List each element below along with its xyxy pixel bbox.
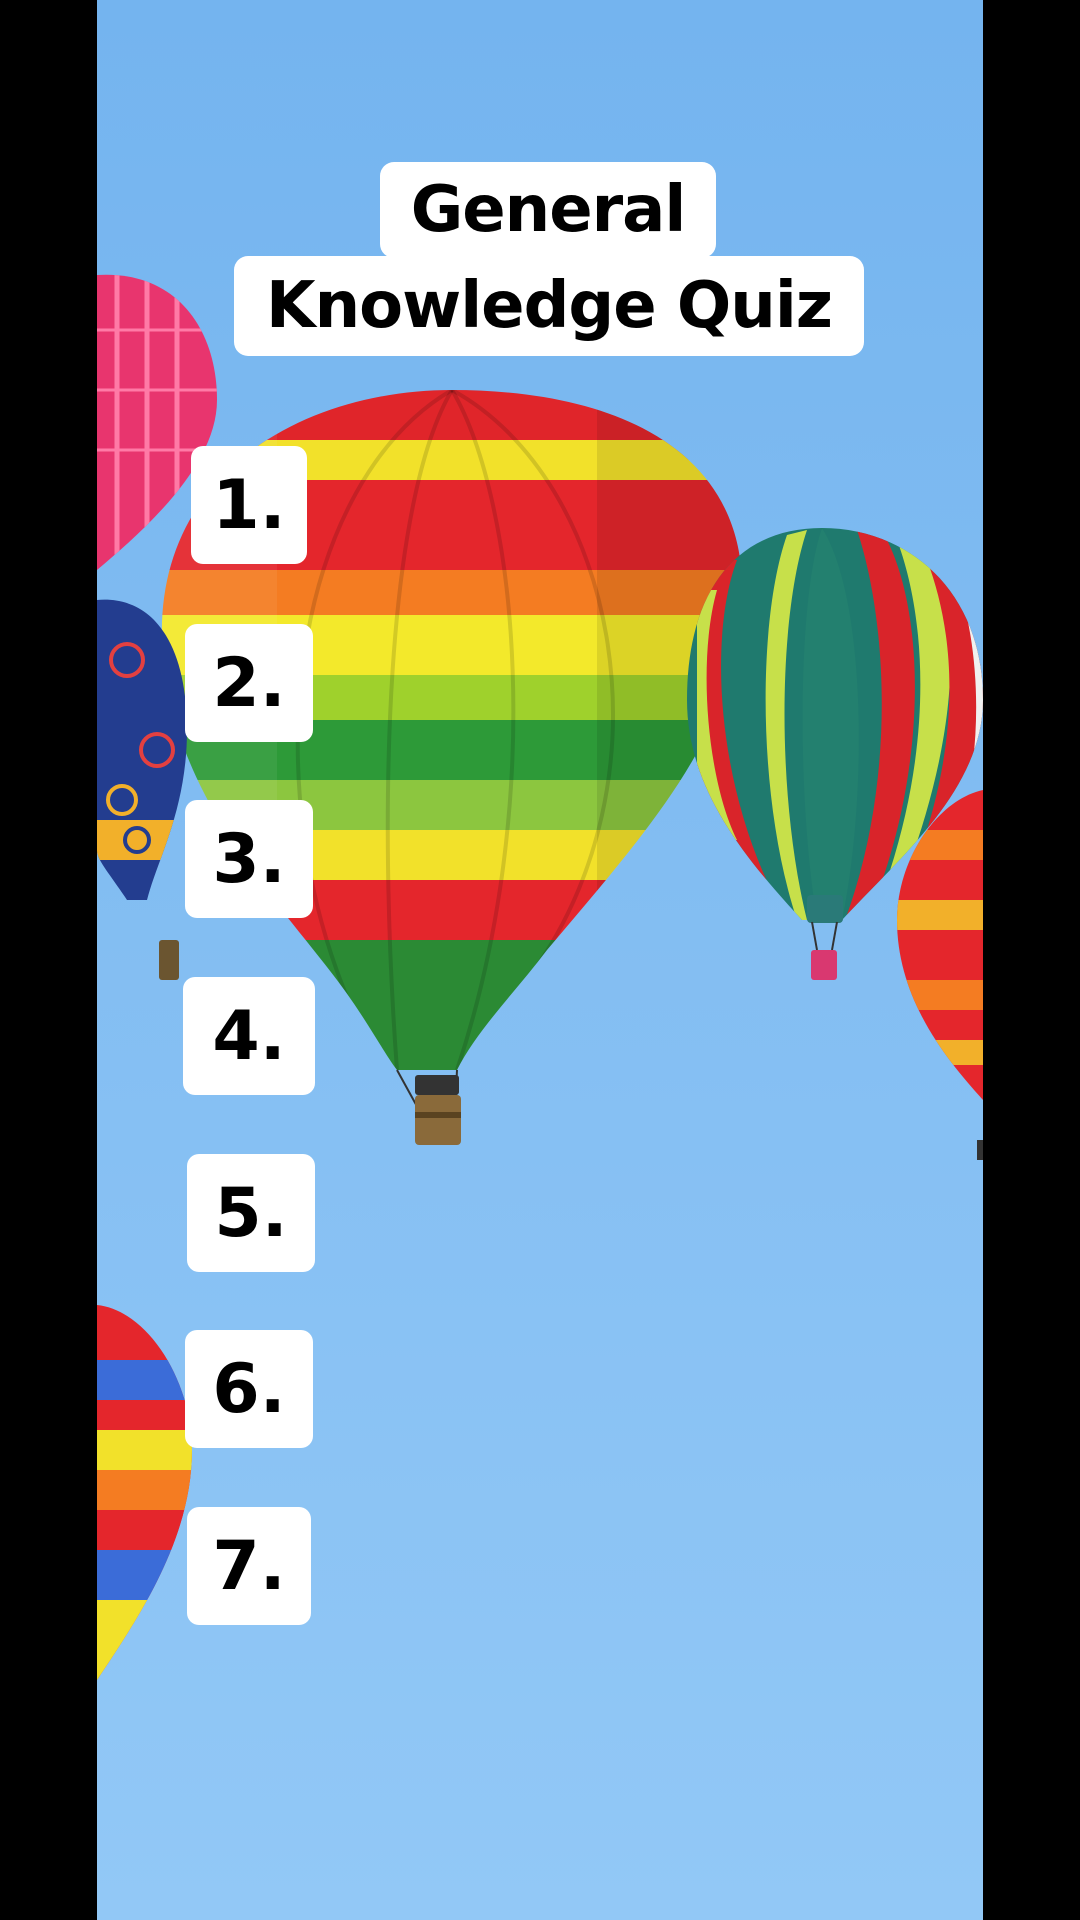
lower-left-balloon-envelope — [97, 1305, 192, 1680]
video-frame: General Knowledge Quiz 1. 2. 3. 4. 5. 6.… — [97, 0, 983, 1920]
quiz-item-2: 2. — [185, 624, 313, 742]
quiz-title-line-1: General — [380, 162, 716, 258]
quiz-title-line-2: Knowledge Quiz — [234, 256, 864, 356]
quiz-item-5: 5. — [187, 1154, 315, 1272]
quiz-item-1: 1. — [191, 446, 307, 564]
quiz-item-7: 7. — [187, 1507, 311, 1625]
quiz-item-4: 4. — [183, 977, 315, 1095]
quiz-item-3: 3. — [185, 800, 313, 918]
quiz-item-6: 6. — [185, 1330, 313, 1448]
